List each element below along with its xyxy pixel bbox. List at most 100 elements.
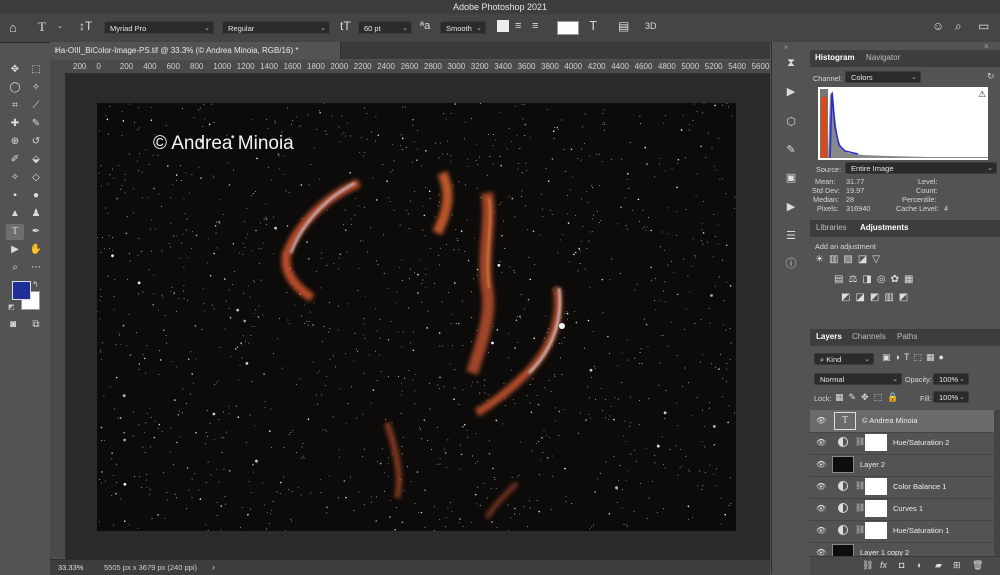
- gradient-tool-icon[interactable]: ▪: [6, 188, 24, 204]
- font-size-select[interactable]: 60 pt ⌄: [358, 21, 412, 34]
- text-color-swatch[interactable]: [557, 21, 579, 35]
- paint-brush-icon[interactable]: ✐: [6, 152, 24, 168]
- info-icon[interactable]: ⓘ: [783, 256, 799, 272]
- align-left-icon[interactable]: [497, 20, 509, 32]
- eye-icon[interactable]: 👁: [816, 416, 826, 425]
- adjustment-icons-row1[interactable]: ☀▥▨◪▽: [815, 254, 885, 265]
- document-tab[interactable]: Ha-OIII_BiColor-Image-PS.tif @ 33.3% (© …: [50, 42, 341, 59]
- tab-channels[interactable]: Channels: [852, 332, 886, 341]
- layer-row[interactable]: 👁 Layer 2: [810, 454, 994, 477]
- text-orientation-icon[interactable]: ↕T: [79, 19, 92, 33]
- tab-histogram[interactable]: Histogram: [815, 53, 855, 62]
- lasso-tool-icon[interactable]: ◯: [6, 80, 24, 96]
- folder-icon[interactable]: ▰: [935, 560, 942, 571]
- horizontal-ruler[interactable]: 200 0 200 400 600 800 1000 1200 1400 1600 1800 2000…: [65, 60, 770, 74]
- layer-row[interactable]: 👁 ⛓ Hue/Saturation 2: [810, 432, 994, 455]
- opacity-field[interactable]: 100% ⌄: [933, 373, 969, 385]
- stamp-icon[interactable]: ⬙: [27, 152, 45, 168]
- type-tool-active-icon[interactable]: T: [6, 224, 24, 240]
- tab-navigator[interactable]: Navigator: [866, 53, 900, 62]
- close-tab-icon[interactable]: ×: [54, 46, 59, 55]
- align-right-icon[interactable]: ≡: [532, 20, 538, 32]
- eye-icon[interactable]: 👁: [816, 482, 826, 491]
- home-icon[interactable]: ⌂: [9, 20, 17, 35]
- source-select[interactable]: Entire Image ⌄: [845, 162, 997, 174]
- collapse-icon[interactable]: »: [784, 44, 788, 51]
- layer-row[interactable]: 👁 ⛓ Color Balance 1: [810, 476, 994, 499]
- link-icon[interactable]: ⛓: [862, 560, 873, 571]
- lock-icons[interactable]: ▦✎✥⬚🔒: [835, 392, 903, 403]
- history-panel-icon[interactable]: ⧗: [783, 55, 799, 71]
- document-image[interactable]: © Andrea Minoia: [97, 103, 736, 531]
- new-layer-icon[interactable]: ⊞: [953, 560, 961, 571]
- brush-tool-icon[interactable]: ✎: [27, 116, 45, 132]
- layer-row[interactable]: 👁 ⛓ Curves 1: [810, 498, 994, 521]
- 3d-button[interactable]: 3D: [645, 21, 657, 31]
- quick-mask-icon[interactable]: ◙: [4, 317, 22, 333]
- swap-colors-icon[interactable]: ↰: [32, 280, 39, 289]
- status-menu-arrow[interactable]: ›: [212, 562, 215, 572]
- adjustment-icons-row2[interactable]: ▤⚖◨◎✿▦: [834, 274, 918, 285]
- history-brush-icon[interactable]: ↺: [27, 134, 45, 150]
- healing-brush-icon[interactable]: ✚: [6, 116, 24, 132]
- trash-icon[interactable]: 🗑: [972, 560, 983, 571]
- warp-text-icon[interactable]: Ꭲ: [590, 19, 597, 34]
- channel-select[interactable]: Colors ⌄: [845, 71, 921, 83]
- pattern-icon[interactable]: ✧: [6, 170, 24, 186]
- mask-icon[interactable]: ◘: [899, 560, 904, 570]
- eye-icon[interactable]: 👁: [816, 526, 826, 535]
- layer-filter-select[interactable]: ⌕ Kind ⌄: [814, 353, 874, 365]
- eyedropper-icon[interactable]: ⟋: [27, 98, 45, 114]
- character-panel-icon[interactable]: ▤: [618, 19, 629, 33]
- 3d-panel-icon[interactable]: ⬡: [783, 114, 799, 130]
- align-center-icon[interactable]: ≡: [515, 20, 521, 32]
- dodge-tool-icon[interactable]: ♟: [27, 206, 45, 222]
- properties-icon[interactable]: ☰: [783, 228, 799, 244]
- marquee-tool-icon[interactable]: ⬚: [27, 62, 45, 78]
- blend-mode-select[interactable]: Normal ⌄: [814, 373, 902, 385]
- tab-layers[interactable]: Layers: [816, 332, 842, 341]
- hand-tool-icon[interactable]: ✋: [27, 242, 45, 258]
- layer-filter-icons[interactable]: ▣◑T⬚▦●: [882, 352, 948, 363]
- search-icon[interactable]: ⌕: [955, 19, 962, 34]
- vertical-ruler[interactable]: [50, 73, 66, 558]
- eraser-icon[interactable]: ◇: [27, 170, 45, 186]
- pen-tool-icon[interactable]: ✒: [27, 224, 45, 240]
- actions-panel-icon[interactable]: ▶: [783, 84, 799, 100]
- move-tool-icon[interactable]: ✥: [6, 62, 24, 78]
- zoom-tool-icon[interactable]: ⌕: [6, 260, 24, 276]
- font-style-select[interactable]: Regular ⌄: [222, 21, 330, 34]
- chevron-down-icon[interactable]: ⌄: [57, 22, 63, 30]
- screen-mode-icon[interactable]: ⧉: [27, 317, 45, 333]
- adjustment-icons-row3[interactable]: ◩◪◩▥◩: [841, 292, 913, 303]
- eye-icon[interactable]: 👁: [816, 504, 826, 513]
- layer-row[interactable]: 👁 ⛓ Hue/Saturation 1: [810, 520, 994, 543]
- default-colors-icon[interactable]: ◩: [8, 303, 15, 311]
- font-family-select[interactable]: Myriad Pro ⌄: [104, 21, 214, 34]
- layer-row[interactable]: 👁 T © Andrea Minoia: [810, 410, 994, 433]
- timeline-icon[interactable]: ▶: [783, 199, 799, 215]
- sharpen-icon[interactable]: ▲: [6, 206, 24, 222]
- eye-icon[interactable]: 👁: [816, 438, 826, 447]
- fill-field[interactable]: 100% ⌄: [933, 391, 969, 403]
- tab-libraries[interactable]: Libraries: [816, 223, 847, 232]
- layer-mask-thumbnail[interactable]: [865, 478, 887, 495]
- magic-wand-icon[interactable]: ✧: [27, 80, 45, 96]
- layer-mask-thumbnail[interactable]: [865, 434, 887, 451]
- workspace-icon[interactable]: ▭: [978, 19, 989, 33]
- path-select-icon[interactable]: ▶: [6, 242, 24, 258]
- brush-settings-icon[interactable]: ✎: [783, 142, 799, 158]
- fx-icon[interactable]: fx: [880, 560, 887, 570]
- layer-mask-thumbnail[interactable]: [865, 522, 887, 539]
- tab-adjustments[interactable]: Adjustments: [860, 223, 908, 232]
- warning-icon[interactable]: ⚠: [978, 89, 986, 100]
- foreground-color-swatch[interactable]: [12, 281, 31, 300]
- crop-tool-icon[interactable]: ⌗: [6, 98, 24, 114]
- clone-stamp-icon[interactable]: ⊕: [6, 134, 24, 150]
- blur-tool-icon[interactable]: ●: [27, 188, 45, 204]
- adjustment-icon[interactable]: ◐: [917, 560, 922, 570]
- type-tool-icon[interactable]: T: [38, 19, 46, 35]
- eye-icon[interactable]: 👁: [816, 460, 826, 469]
- more-tools-icon[interactable]: ⋯: [27, 260, 45, 276]
- tab-paths[interactable]: Paths: [897, 332, 917, 341]
